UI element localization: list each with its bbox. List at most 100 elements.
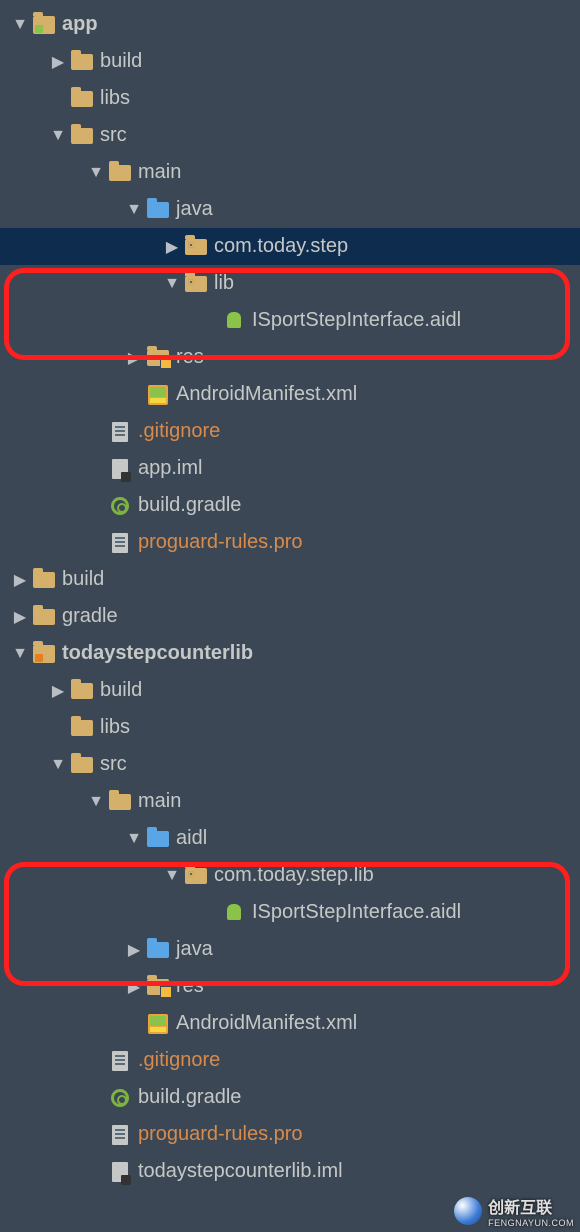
module-icon [32, 13, 56, 37]
manifest-icon [146, 1012, 170, 1036]
tree-item-src-2[interactable]: ▼ src [0, 746, 580, 783]
tree-item-main[interactable]: ▼ main [0, 154, 580, 191]
tree-item-aidl-folder[interactable]: ▼ aidl [0, 820, 580, 857]
tree-label: src [100, 753, 127, 776]
chevron-down-icon[interactable]: ▼ [126, 830, 142, 848]
tree-label: .gitignore [138, 1049, 220, 1072]
tree-label: build [100, 50, 142, 73]
tree-item-res-2[interactable]: ▶ res [0, 968, 580, 1005]
chevron-right-icon[interactable]: ▶ [50, 681, 66, 701]
chevron-right-icon[interactable]: ▶ [126, 940, 142, 960]
chevron-down-icon[interactable]: ▼ [12, 645, 28, 663]
chevron-right-icon[interactable]: ▶ [164, 237, 180, 257]
tree-item-manifest-2[interactable]: ▶ AndroidManifest.xml [0, 1005, 580, 1042]
android-icon [222, 309, 246, 333]
watermark-sub: FENGNAYUN.COM [488, 1218, 574, 1228]
folder-icon [70, 679, 94, 703]
package-icon [184, 864, 208, 888]
tree-label: main [138, 790, 181, 813]
android-icon [222, 901, 246, 925]
tree-label: ISportStepInterface.aidl [252, 309, 461, 332]
module-lib-icon [32, 642, 56, 666]
tree-item-build-2[interactable]: ▶ build [0, 672, 580, 709]
gradle-icon [108, 494, 132, 518]
tree-item-build-root[interactable]: ▶ build [0, 561, 580, 598]
resource-folder-icon [146, 975, 170, 999]
tree-item-java-2[interactable]: ▶ java [0, 931, 580, 968]
tree-label: libs [100, 716, 130, 739]
tree-item-gradle-root[interactable]: ▶ gradle [0, 598, 580, 635]
folder-icon [108, 790, 132, 814]
tree-label: app.iml [138, 457, 202, 480]
tree-label: gradle [62, 605, 118, 628]
tree-label: res [176, 975, 204, 998]
manifest-icon [146, 383, 170, 407]
file-icon [108, 420, 132, 444]
tree-item-todaystepcounterlib[interactable]: ▼ todaystepcounterlib [0, 635, 580, 672]
chevron-down-icon[interactable]: ▼ [164, 275, 180, 293]
tree-item-aidl-file-1[interactable]: ▶ ISportStepInterface.aidl [0, 302, 580, 339]
chevron-down-icon[interactable]: ▼ [12, 16, 28, 34]
tree-label: libs [100, 87, 130, 110]
chevron-down-icon[interactable]: ▼ [164, 867, 180, 885]
tree-label: com.today.step [214, 235, 348, 258]
package-icon [184, 235, 208, 259]
chevron-right-icon[interactable]: ▶ [126, 348, 142, 368]
tree-item-build[interactable]: ▶ build [0, 43, 580, 80]
tree-item-java[interactable]: ▼ java [0, 191, 580, 228]
tree-item-com-today-step-lib[interactable]: ▼ com.today.step.lib [0, 857, 580, 894]
tree-label: java [176, 198, 213, 221]
tree-item-app[interactable]: ▼ app [0, 6, 580, 43]
tree-label: proguard-rules.pro [138, 1123, 303, 1146]
tree-item-lib[interactable]: ▼ lib [0, 265, 580, 302]
file-icon [108, 1123, 132, 1147]
tree-item-libs[interactable]: ▶ libs [0, 80, 580, 117]
folder-icon [70, 124, 94, 148]
tree-label: todaystepcounterlib.iml [138, 1160, 343, 1183]
tree-item-app-iml[interactable]: ▶ app.iml [0, 450, 580, 487]
chevron-down-icon[interactable]: ▼ [50, 127, 66, 145]
tree-label: main [138, 161, 181, 184]
tree-label: AndroidManifest.xml [176, 1012, 357, 1035]
tree-label: src [100, 124, 127, 147]
tree-item-aidl-file-2[interactable]: ▶ ISportStepInterface.aidl [0, 894, 580, 931]
chevron-down-icon[interactable]: ▼ [88, 164, 104, 182]
chevron-down-icon[interactable]: ▼ [126, 201, 142, 219]
tree-label: build.gradle [138, 494, 241, 517]
tree-label: ISportStepInterface.aidl [252, 901, 461, 924]
tree-item-com-today-step[interactable]: ▶ com.today.step [0, 228, 580, 265]
tree-item-manifest[interactable]: ▶ AndroidManifest.xml [0, 376, 580, 413]
tree-label: build [62, 568, 104, 591]
chevron-right-icon[interactable]: ▶ [12, 607, 28, 627]
tree-label: res [176, 346, 204, 369]
chevron-down-icon[interactable]: ▼ [88, 793, 104, 811]
tree-item-proguard-2[interactable]: ▶ proguard-rules.pro [0, 1116, 580, 1153]
chevron-down-icon[interactable]: ▼ [50, 756, 66, 774]
tree-label: AndroidManifest.xml [176, 383, 357, 406]
chevron-right-icon[interactable]: ▶ [126, 977, 142, 997]
tree-item-res[interactable]: ▶ res [0, 339, 580, 376]
tree-item-proguard[interactable]: ▶ proguard-rules.pro [0, 524, 580, 561]
gradle-icon [108, 1086, 132, 1110]
chevron-right-icon[interactable]: ▶ [50, 52, 66, 72]
folder-source-icon [146, 198, 170, 222]
tree-item-build-gradle[interactable]: ▶ build.gradle [0, 487, 580, 524]
tree-item-todaystepcounterlib-iml[interactable]: ▶ todaystepcounterlib.iml [0, 1153, 580, 1190]
tree-item-gitignore-2[interactable]: ▶ .gitignore [0, 1042, 580, 1079]
tree-label: app [62, 13, 98, 36]
tree-item-libs-2[interactable]: ▶ libs [0, 709, 580, 746]
folder-icon [70, 50, 94, 74]
folder-icon [70, 753, 94, 777]
tree-item-gitignore[interactable]: ▶ .gitignore [0, 413, 580, 450]
tree-label: build [100, 679, 142, 702]
package-icon [184, 272, 208, 296]
tree-item-src[interactable]: ▼ src [0, 117, 580, 154]
project-tree[interactable]: ▼ app ▶ build ▶ libs ▼ src ▼ main ▼ java… [0, 0, 580, 1190]
tree-item-build-gradle-2[interactable]: ▶ build.gradle [0, 1079, 580, 1116]
tree-item-main-2[interactable]: ▼ main [0, 783, 580, 820]
resource-folder-icon [146, 346, 170, 370]
tree-label: lib [214, 272, 234, 295]
folder-icon [32, 605, 56, 629]
chevron-right-icon[interactable]: ▶ [12, 570, 28, 590]
tree-label: .gitignore [138, 420, 220, 443]
